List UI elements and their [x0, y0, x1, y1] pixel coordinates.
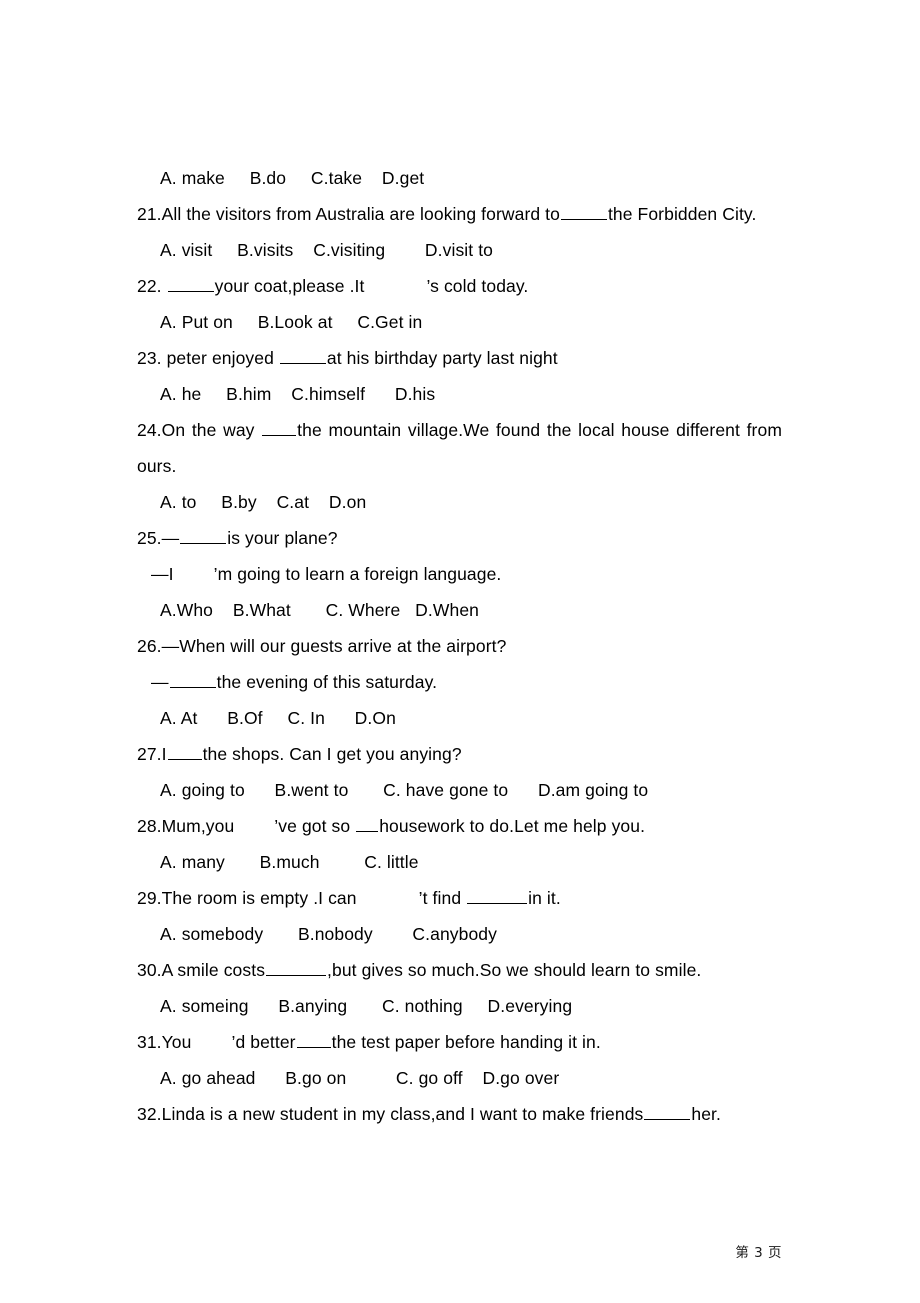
- question-21-options: A. visit B.visits C.visiting D.visit to: [137, 232, 782, 268]
- reply-text: the evening of this saturday.: [216, 672, 438, 692]
- question-32-stem: 32.Linda is a new student in my class,an…: [137, 1096, 782, 1132]
- answer-blank[interactable]: [296, 1030, 331, 1048]
- question-25-stem: 25.— is your plane?: [137, 520, 782, 556]
- question-22-options: A. Put on B.Look at C.Get in: [137, 304, 782, 340]
- option-text: A. someing B.anying C. nothing D.everyin…: [160, 996, 573, 1016]
- question-26-stem: 26.—When will our guests arrive at the a…: [137, 628, 782, 664]
- option-text: A. go ahead B.go on C. go off D.go over: [160, 1068, 560, 1088]
- question-25-reply: —I’m going to learn a foreign language.: [137, 556, 782, 592]
- question-25-options: A.Who B.What C. Where D.When: [137, 592, 782, 628]
- answer-blank[interactable]: [467, 886, 528, 904]
- question-29-stem: 29.The room is empty .I can’t find in it…: [137, 880, 782, 916]
- option-text: A. At B.Of C. In D.On: [160, 708, 396, 728]
- stem-text-before-blank: 24.On the way: [137, 420, 262, 440]
- answer-blank[interactable]: [560, 202, 607, 220]
- page-footer: 第 3 页: [735, 1245, 782, 1261]
- stem-continuation-text: ours.: [137, 456, 177, 476]
- stem-number: 22.: [137, 276, 167, 296]
- stem-text: is your plane?: [227, 528, 338, 548]
- stem-text-mid: ve got so: [278, 816, 356, 836]
- question-31-stem: 31.You’d better the test paper before han…: [137, 1024, 782, 1060]
- stem-text-before-blank: 23. peter enjoyed: [137, 348, 279, 368]
- answer-blank[interactable]: [644, 1102, 691, 1120]
- stem-text-tail: the test paper before handing it in.: [331, 1032, 601, 1052]
- stem-text-mid: t find: [422, 888, 467, 908]
- question-24-stem-continuation: ours.: [137, 448, 782, 484]
- stem-number-with-dash: 25.—: [137, 528, 180, 548]
- answer-blank[interactable]: [262, 418, 297, 436]
- stem-text-after-blank: her.: [691, 1104, 721, 1124]
- reply-text-tail: m going to learn a foreign language.: [217, 564, 502, 584]
- option-text: A. going to B.went to C. have gone to D.…: [160, 780, 649, 800]
- stem-text: 26.—When will our guests arrive at the a…: [137, 636, 507, 656]
- answer-blank[interactable]: [167, 274, 214, 292]
- option-text: A. make B.do C.take D.get: [160, 168, 425, 188]
- question-list: A. make B.do C.take D.get 21.All the vis…: [137, 160, 782, 1132]
- option-text: A. many B.much C. little: [160, 852, 419, 872]
- stem-text: 28.Mum,you: [137, 816, 235, 836]
- stem-text: 29.The room is empty .I can: [137, 888, 357, 908]
- answer-blank[interactable]: [356, 814, 379, 832]
- stem-text: 31.You: [137, 1032, 192, 1052]
- stem-text: your coat,please .It: [214, 276, 365, 296]
- question-31-options: A. go ahead B.go on C. go off D.go over: [137, 1060, 782, 1096]
- option-text: A. somebody B.nobody C.anybody: [160, 924, 497, 944]
- answer-blank[interactable]: [279, 346, 326, 364]
- stem-text-after-blank: the shops. Can I get you anying?: [202, 744, 462, 764]
- stem-text-tail: s cold today.: [430, 276, 529, 296]
- stem-text-mid: d better: [235, 1032, 296, 1052]
- question-23-stem: 23. peter enjoyed at his birthday party …: [137, 340, 782, 376]
- question-26-options: A. At B.Of C. In D.On: [137, 700, 782, 736]
- stem-text-after-blank: the mountain village.We found the local …: [297, 420, 782, 440]
- question-28-stem: 28.Mum,you’ve got so housework to do.Let…: [137, 808, 782, 844]
- question-22-stem: 22. your coat,please .It’s cold today.: [137, 268, 782, 304]
- question-29-options: A. somebody B.nobody C.anybody: [137, 916, 782, 952]
- question-26-reply: — the evening of this saturday.: [137, 664, 782, 700]
- question-30-options: A. someing B.anying C. nothing D.everyin…: [137, 988, 782, 1024]
- stem-text-after-blank: the Forbidden City.: [607, 204, 757, 224]
- stem-text-tail: housework to do.Let me help you.: [379, 816, 646, 836]
- option-text: A. Put on B.Look at C.Get in: [160, 312, 423, 332]
- question-24-stem: 24.On the way the mountain village.We fo…: [137, 412, 782, 448]
- document-page: A. make B.do C.take D.get 21.All the vis…: [0, 0, 920, 1303]
- option-text: A. visit B.visits C.visiting D.visit to: [160, 240, 493, 260]
- question-27-options: A. going to B.went to C. have gone to D.…: [137, 772, 782, 808]
- option-text: A. he B.him C.himself D.his: [160, 384, 436, 404]
- answer-blank[interactable]: [169, 670, 216, 688]
- question-30-stem: 30.A smile costs ,but gives so much.So we…: [137, 952, 782, 988]
- stem-text-before-blank: 21.All the visitors from Australia are l…: [137, 204, 560, 224]
- stem-text-after-blank: at his birthday party last night: [326, 348, 558, 368]
- question-21-stem: 21.All the visitors from Australia are l…: [137, 196, 782, 232]
- stem-text-tail: in it.: [528, 888, 561, 908]
- em-dash-glyph: —: [151, 672, 169, 692]
- answer-blank[interactable]: [180, 526, 227, 544]
- option-text: A.Who B.What C. Where D.When: [160, 600, 479, 620]
- question-27-stem: 27.I the shops. Can I get you anying?: [137, 736, 782, 772]
- question-28-options: A. many B.much C. little: [137, 844, 782, 880]
- stem-text-before-blank: 32.Linda is a new student in my class,an…: [137, 1104, 644, 1124]
- question-24-options: A. to B.by C.at D.on: [137, 484, 782, 520]
- reply-text: —I: [151, 564, 174, 584]
- stem-text-before-blank: 30.A smile costs: [137, 960, 266, 980]
- question-20-options: A. make B.do C.take D.get: [137, 160, 782, 196]
- option-text: A. to B.by C.at D.on: [160, 492, 367, 512]
- stem-text-before-blank: 27.I: [137, 744, 167, 764]
- question-23-options: A. he B.him C.himself D.his: [137, 376, 782, 412]
- answer-blank[interactable]: [167, 742, 202, 760]
- stem-text-after-blank: ,but gives so much.So we should learn to…: [327, 960, 702, 980]
- answer-blank[interactable]: [266, 958, 327, 976]
